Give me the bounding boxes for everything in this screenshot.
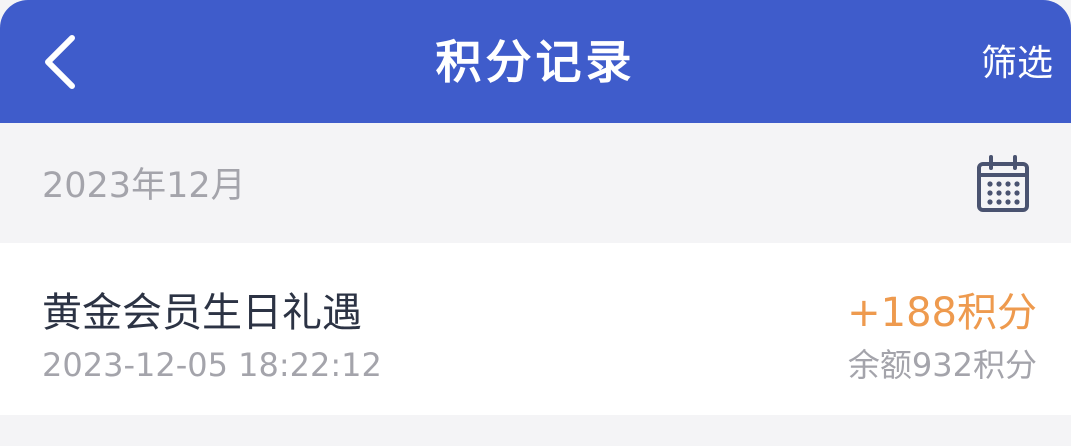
list-background (0, 415, 1071, 446)
record-timestamp: 2023-12-05 18:22:12 (42, 346, 382, 384)
month-label: 2023年12月 (42, 166, 246, 206)
filter-button[interactable]: 筛选 (981, 40, 1053, 88)
record-balance: 余额932积分 (847, 346, 1037, 384)
month-section-header: 2023年12月 (0, 123, 1071, 243)
record-points-change: +188积分 (847, 290, 1037, 336)
app-header: 积分记录 筛选 (0, 0, 1071, 123)
page-title: 积分记录 (435, 35, 636, 89)
calendar-button[interactable] (970, 153, 1036, 219)
calendar-icon (977, 155, 1029, 212)
points-record-item[interactable]: 黄金会员生日礼遇 2023-12-05 18:22:12 +188积分 余额93… (0, 243, 1071, 415)
record-title: 黄金会员生日礼遇 (42, 290, 362, 336)
